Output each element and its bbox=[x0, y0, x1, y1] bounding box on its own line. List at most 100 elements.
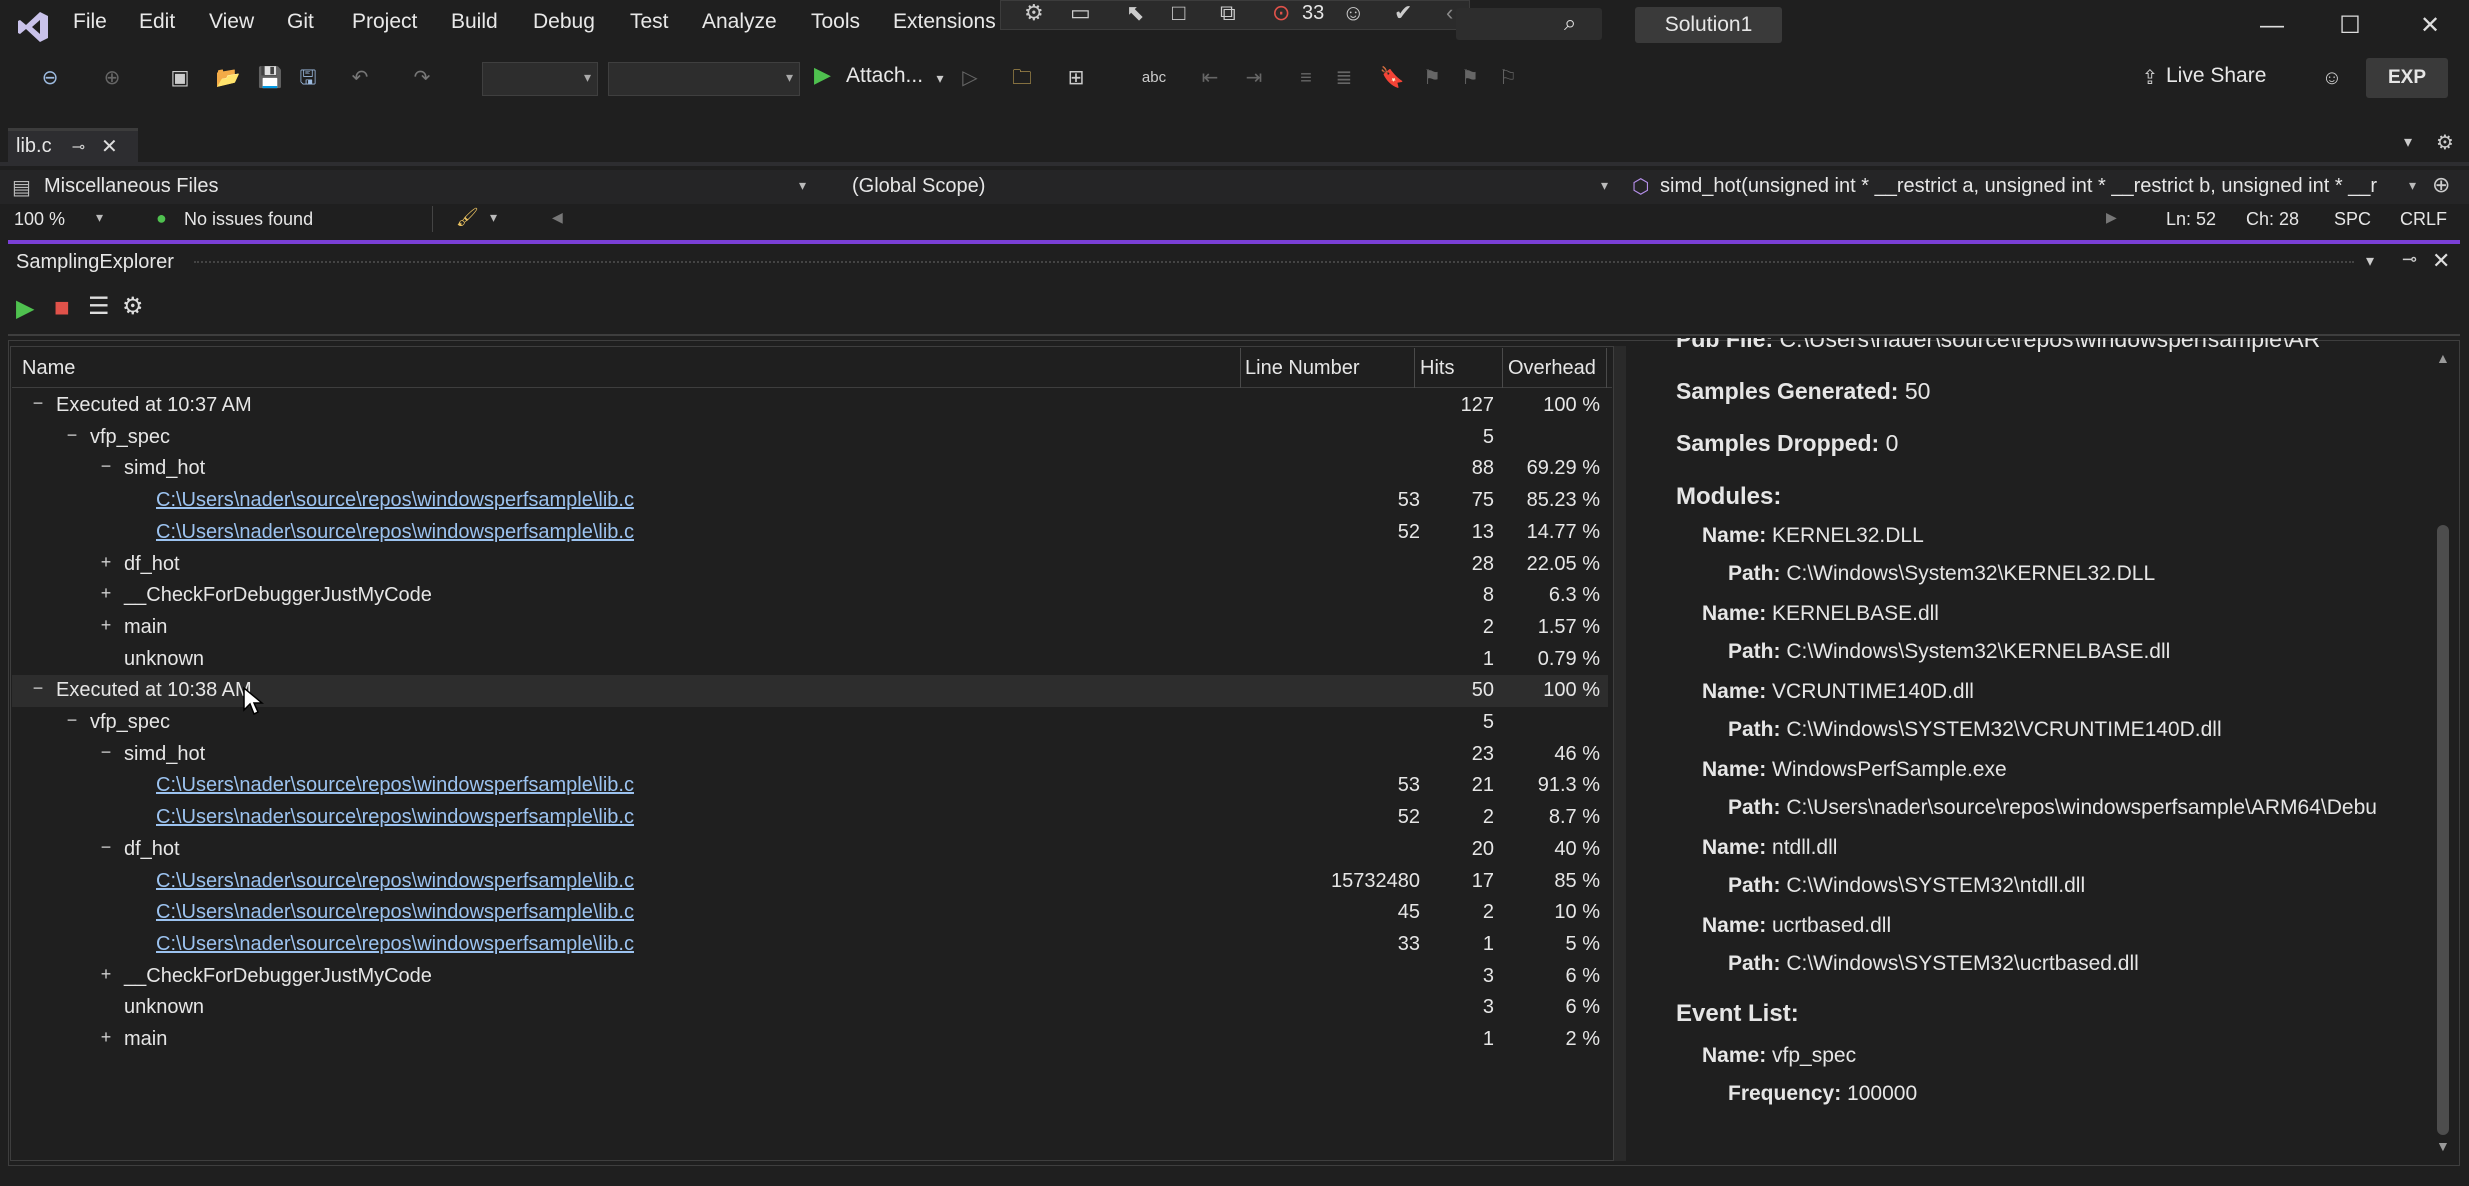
menu-test[interactable]: Test bbox=[630, 10, 669, 34]
save-all-icon[interactable]: 🖫 bbox=[294, 64, 322, 92]
expand-icon[interactable]: + bbox=[98, 615, 114, 636]
platform-dropdown[interactable]: ▾ bbox=[608, 62, 800, 96]
pin-icon[interactable]: ⊸ bbox=[2402, 249, 2417, 270]
settings-gear-icon[interactable]: ⚙ bbox=[2436, 130, 2454, 155]
search-icon[interactable]: ⌕ bbox=[1564, 10, 1576, 36]
table-row[interactable]: C:\Users\nader\source\repos\windowsperfs… bbox=[12, 485, 1608, 517]
comment-icon[interactable]: ≡ bbox=[1292, 64, 1320, 92]
col-name-header[interactable]: Name bbox=[22, 357, 75, 380]
table-row[interactable]: C:\Users\nader\source\repos\windowsperfs… bbox=[12, 802, 1608, 834]
table-row[interactable]: + main 2 1.57 % bbox=[12, 612, 1608, 644]
collapse-icon[interactable]: − bbox=[30, 678, 46, 699]
source-file-link[interactable]: C:\Users\nader\source\repos\windowsperfs… bbox=[156, 901, 634, 924]
source-file-link[interactable]: C:\Users\nader\source\repos\windowsperfs… bbox=[156, 489, 634, 512]
menu-debug[interactable]: Debug bbox=[533, 10, 595, 34]
drag-grip[interactable] bbox=[194, 261, 2354, 266]
maximize-button[interactable]: ☐ bbox=[2330, 6, 2370, 46]
live-share-icon[interactable]: ⇪ bbox=[2136, 64, 2164, 92]
table-row[interactable]: unknown 1 0.79 % bbox=[12, 644, 1608, 676]
scope-dropdown[interactable]: (Global Scope) ▾ bbox=[852, 172, 1612, 202]
next-bookmark-icon[interactable]: ⚑ bbox=[1456, 64, 1484, 92]
expand-icon[interactable]: + bbox=[98, 964, 114, 985]
collapse-icon[interactable]: − bbox=[98, 742, 114, 763]
table-row[interactable]: − simd_hot 88 69.29 % bbox=[12, 453, 1608, 485]
source-file-link[interactable]: C:\Users\nader\source\repos\windowsperfs… bbox=[156, 870, 634, 893]
outdent-icon[interactable]: ⇥ bbox=[1240, 64, 1268, 92]
brush-icon[interactable]: 🖌 bbox=[456, 207, 479, 228]
source-file-link[interactable]: C:\Users\nader\source\repos\windowsperfs… bbox=[156, 774, 634, 797]
open-folder-icon[interactable]: 📂 bbox=[214, 64, 242, 92]
column-separator[interactable] bbox=[1414, 348, 1415, 388]
expand-icon[interactable]: + bbox=[98, 583, 114, 604]
panel-splitter[interactable] bbox=[1614, 346, 1626, 1161]
record-icon[interactable]: ▭ bbox=[1070, 0, 1091, 26]
collapse-icon[interactable]: − bbox=[30, 393, 46, 414]
col-hits-header[interactable]: Hits bbox=[1420, 357, 1454, 380]
line-indicator[interactable]: Ln: 52 bbox=[2166, 209, 2216, 230]
table-row[interactable]: C:\Users\nader\source\repos\windowsperfs… bbox=[12, 897, 1608, 929]
zoom-level[interactable]: 100 % bbox=[14, 209, 65, 230]
collapse-icon[interactable]: − bbox=[98, 837, 114, 858]
split-window-icon[interactable]: ⊕ bbox=[2432, 172, 2450, 198]
accessibility-icon[interactable]: ☺ bbox=[1342, 0, 1364, 26]
feedback-icon[interactable]: ☺ bbox=[2318, 64, 2346, 92]
tab-list-dropdown-icon[interactable]: ▾ bbox=[2404, 132, 2412, 152]
menu-extensions[interactable]: Extensions bbox=[893, 10, 996, 34]
expand-icon[interactable]: + bbox=[98, 552, 114, 573]
menu-project[interactable]: Project bbox=[352, 10, 417, 34]
menu-build[interactable]: Build bbox=[451, 10, 498, 34]
track-focus-icon[interactable]: ⧉ bbox=[1220, 0, 1236, 26]
expand-icon[interactable]: + bbox=[98, 1027, 114, 1048]
undo-icon[interactable]: ↶ bbox=[346, 64, 374, 92]
uncomment-icon[interactable]: ≣ bbox=[1330, 64, 1358, 92]
close-tool-window-icon[interactable]: ✕ bbox=[2432, 248, 2450, 274]
new-project-icon[interactable]: ▣ bbox=[166, 64, 194, 92]
scroll-right-icon[interactable]: ▶ bbox=[2106, 209, 2117, 226]
column-separator[interactable] bbox=[1606, 348, 1607, 388]
redo-icon[interactable]: ↷ bbox=[408, 64, 436, 92]
scroll-up-icon[interactable]: ▲ bbox=[2436, 350, 2450, 366]
screenshot-icon[interactable]: ⚙ bbox=[1024, 0, 1044, 26]
menu-file[interactable]: File bbox=[73, 10, 107, 34]
clear-list-icon[interactable]: ☰ bbox=[88, 292, 110, 321]
exp-badge[interactable]: EXP bbox=[2366, 58, 2448, 98]
source-file-link[interactable]: C:\Users\nader\source\repos\windowsperfs… bbox=[156, 933, 634, 956]
back-icon[interactable]: ⊖ bbox=[36, 64, 64, 92]
scrollbar-thumb[interactable] bbox=[2437, 525, 2449, 1135]
bookmark-icon[interactable]: 🔖 bbox=[1378, 64, 1406, 92]
collapse-icon[interactable]: − bbox=[64, 425, 80, 446]
table-row[interactable]: C:\Users\nader\source\repos\windowsperfs… bbox=[12, 517, 1608, 549]
attach-dropdown-icon[interactable]: ▾ bbox=[926, 64, 954, 92]
menu-analyze[interactable]: Analyze bbox=[702, 10, 777, 34]
menu-view[interactable]: View bbox=[209, 10, 254, 34]
table-row[interactable]: C:\Users\nader\source\repos\windowsperfs… bbox=[12, 929, 1608, 961]
issues-icon[interactable]: ⊙ bbox=[1272, 0, 1290, 26]
spellcheck-icon[interactable]: abc bbox=[1140, 64, 1168, 92]
menu-tools[interactable]: Tools bbox=[811, 10, 860, 34]
settings-gear-icon[interactable]: ⚙ bbox=[122, 292, 144, 321]
live-share-button[interactable]: Live Share bbox=[2166, 64, 2266, 88]
start-without-debug-icon[interactable]: ▷ bbox=[956, 64, 984, 92]
col-indicator[interactable]: Ch: 28 bbox=[2246, 209, 2299, 230]
table-row[interactable]: + __CheckForDebuggerJustMyCode 8 6.3 % bbox=[12, 580, 1608, 612]
project-dropdown[interactable]: ▤ Miscellaneous Files ▾ bbox=[10, 172, 810, 202]
pin-icon[interactable]: ⊸ bbox=[72, 137, 85, 157]
indent-icon[interactable]: ⇤ bbox=[1196, 64, 1224, 92]
scroll-down-icon[interactable]: ▼ bbox=[2436, 1138, 2450, 1154]
table-row[interactable]: C:\Users\nader\source\repos\windowsperfs… bbox=[12, 866, 1608, 898]
prev-bookmark-icon[interactable]: ⚑ bbox=[1418, 64, 1446, 92]
column-separator[interactable] bbox=[1502, 348, 1503, 388]
folder-view-icon[interactable]: 🗀 bbox=[1008, 64, 1036, 92]
table-row[interactable]: + main 1 2 % bbox=[12, 1024, 1608, 1056]
zoom-dropdown-icon[interactable]: ▾ bbox=[96, 209, 103, 226]
doc-tab-lib-c[interactable]: lib.c ⊸ ✕ bbox=[8, 128, 138, 162]
brush-dropdown-icon[interactable]: ▾ bbox=[490, 209, 497, 226]
attach-button[interactable]: Attach... bbox=[846, 64, 923, 88]
menu-git[interactable]: Git bbox=[287, 10, 314, 34]
column-separator[interactable] bbox=[1240, 348, 1241, 388]
member-dropdown[interactable]: ⬡ simd_hot(unsigned int * __restrict a, … bbox=[1632, 172, 2420, 202]
table-row[interactable]: − vfp_spec 5 bbox=[12, 422, 1608, 454]
eol-indicator[interactable]: CRLF bbox=[2400, 209, 2447, 230]
menu-edit[interactable]: Edit bbox=[139, 10, 175, 34]
table-row[interactable]: − simd_hot 23 46 % bbox=[12, 739, 1608, 771]
